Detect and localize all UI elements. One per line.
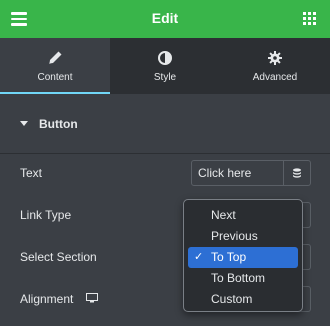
dropdown-option-previous[interactable]: Previous [188,226,298,247]
alignment-label: Alignment [20,292,74,306]
option-label: Previous [211,229,258,243]
section-button-header[interactable]: Button [0,94,330,154]
tab-advanced[interactable]: Advanced [220,38,330,94]
panel-title: Edit [151,10,179,26]
dropdown-option-to-bottom[interactable]: To Bottom [188,268,298,289]
option-label: To Top [211,250,247,264]
tab-style[interactable]: Style [110,38,220,94]
tab-content-label: Content [37,72,73,83]
pencil-icon [49,51,62,64]
link-type-dropdown-menu: Next Previous ✓ To Top To Bottom Custom [183,199,303,312]
gear-icon [268,51,282,65]
dynamic-tags-button[interactable] [284,160,311,186]
option-label: Next [211,208,236,222]
dropdown-option-next[interactable]: Next [188,205,298,226]
database-icon [293,168,301,178]
panel-tabs: Content Style Advanced [0,38,330,94]
caret-down-icon [20,121,28,126]
panel-header: Edit [0,0,330,38]
link-type-label: Link Type [20,208,72,222]
dropdown-option-custom[interactable]: Custom [188,289,298,310]
half-circle-icon [158,51,172,65]
section-title: Button [39,117,78,131]
tab-style-label: Style [153,72,177,83]
option-label: Custom [211,292,253,306]
desktop-monitor-icon[interactable] [86,293,98,303]
dropdown-option-to-top[interactable]: ✓ To Top [188,247,298,268]
tab-advanced-label: Advanced [252,72,298,83]
widgets-grid-icon[interactable] [303,12,316,25]
tab-content[interactable]: Content [0,38,110,94]
text-label: Text [20,166,43,180]
button-text-input[interactable]: Click here [191,160,284,186]
checkmark-icon: ✓ [194,251,204,263]
option-label: To Bottom [211,271,266,285]
select-section-label: Select Section [20,250,97,264]
